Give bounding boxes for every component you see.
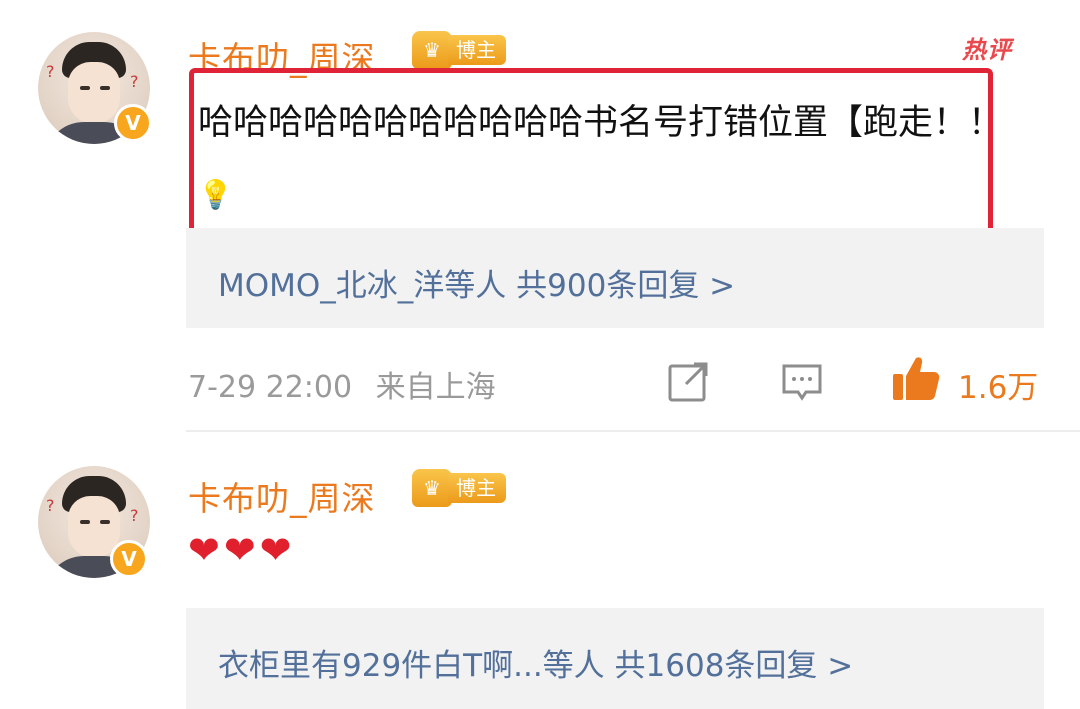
avatar-eye bbox=[100, 86, 110, 90]
avatar-eye bbox=[100, 520, 110, 524]
share-icon[interactable] bbox=[666, 360, 710, 404]
reply-summary-box[interactable]: MOMO_北冰_洋等人 共900条回复 > bbox=[186, 228, 1044, 328]
reply-summary-box[interactable]: 衣柜里有929件白T啊...等人 共1608条回复 > bbox=[186, 608, 1044, 709]
comment-icon[interactable] bbox=[780, 360, 824, 404]
blogger-badge: ♛ 博主 bbox=[412, 468, 506, 508]
like-count[interactable]: 1.6万 bbox=[958, 362, 1038, 407]
avatar-eye bbox=[80, 520, 90, 524]
comment-2: ? ? V 卡布叻_周深 ♛ 博主 ❤❤❤ 衣柜里有929件白T啊...等人 共… bbox=[0, 432, 1080, 709]
avatar-eye bbox=[80, 86, 90, 90]
comment-text: ❤❤❤ bbox=[188, 528, 296, 572]
verified-v-icon: V bbox=[114, 104, 152, 142]
location: 来自上海 bbox=[375, 370, 496, 405]
blogger-badge-label: 博主 bbox=[448, 35, 506, 65]
decor-icon: ? bbox=[46, 62, 55, 81]
hot-comment-tag: 热评 bbox=[962, 36, 1012, 64]
crown-icon: ♛ bbox=[412, 469, 452, 507]
reply-summary[interactable]: MOMO_北冰_洋等人 共900条回复 > bbox=[218, 260, 735, 305]
decor-icon: ? bbox=[130, 72, 139, 91]
verified-v-icon: V bbox=[110, 540, 148, 578]
decor-icon: ? bbox=[46, 496, 55, 515]
reply-summary[interactable]: 衣柜里有929件白T啊...等人 共1608条回复 > bbox=[218, 640, 853, 685]
avatar-face bbox=[68, 62, 120, 124]
crown-icon: ♛ bbox=[412, 31, 452, 69]
username[interactable]: 卡布叻_周深 bbox=[188, 472, 376, 520]
decor-icon: ? bbox=[130, 506, 139, 525]
blogger-badge: ♛ 博主 bbox=[412, 30, 506, 70]
comment-meta: 7-29 22:00 来自上海 bbox=[188, 362, 496, 406]
timestamp: 7-29 22:00 bbox=[188, 370, 353, 405]
like-thumb-icon[interactable] bbox=[890, 354, 942, 404]
comment-1: ? ? V 卡布叻_周深 ♛ 博主 热评 哈哈哈哈哈哈哈哈哈哈哈书名号打错位置【… bbox=[0, 0, 1080, 430]
blogger-badge-label: 博主 bbox=[448, 473, 506, 503]
